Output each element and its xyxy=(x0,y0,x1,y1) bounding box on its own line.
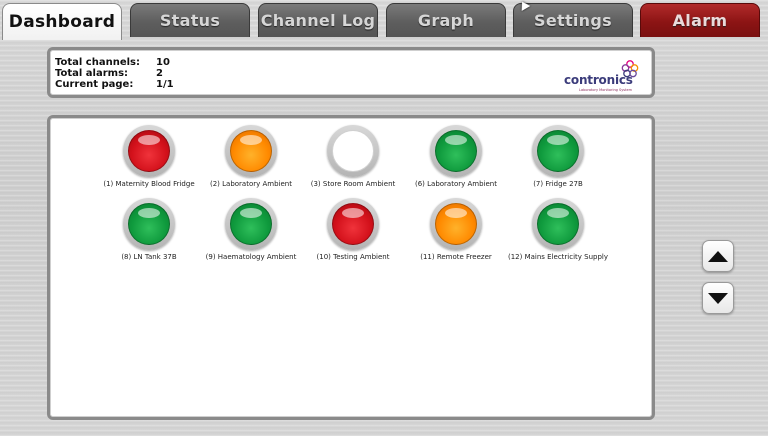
channel-label: (1) Maternity Blood Fridge xyxy=(103,180,195,188)
status-lamp-icon[interactable] xyxy=(327,198,379,250)
channel-label: (10) Testing Ambient xyxy=(316,253,390,261)
tab-settings[interactable]: Settings xyxy=(513,3,633,37)
status-lamp-icon[interactable] xyxy=(532,125,584,177)
channel-3[interactable]: (3) Store Room Ambient xyxy=(301,125,405,188)
scroll-up-button[interactable] xyxy=(702,240,734,272)
total-channels-row: Total channels: 10 xyxy=(55,57,170,68)
current-page-value: 1/1 xyxy=(156,79,174,90)
channel-7[interactable]: (7) Fridge 27B xyxy=(506,125,610,188)
channel-label: (11) Remote Freezer xyxy=(420,253,492,261)
status-lamp-icon[interactable] xyxy=(430,125,482,177)
status-lamp-icon[interactable] xyxy=(225,198,277,250)
status-lamp-icon[interactable] xyxy=(123,125,175,177)
channel-label: (7) Fridge 27B xyxy=(533,180,583,188)
total-alarms-row: Total alarms: 2 xyxy=(55,68,163,79)
channel-8[interactable]: (8) LN Tank 37B xyxy=(97,198,201,261)
total-channels-value: 10 xyxy=(156,57,170,68)
channel-label: (6) Laboratory Ambient xyxy=(415,180,497,188)
status-lamp-icon[interactable] xyxy=(327,125,379,177)
triangle-up-icon xyxy=(708,250,728,262)
tab-status[interactable]: Status xyxy=(130,3,250,37)
tab-bar: Dashboard Status Channel Log Graph Setti… xyxy=(0,0,768,40)
channel-grid-panel: (1) Maternity Blood Fridge (2) Laborator… xyxy=(47,115,655,420)
channel-label: (9) Haematology Ambient xyxy=(205,253,297,261)
logo-name: contronics xyxy=(564,73,633,87)
current-page-row: Current page: 1/1 xyxy=(55,79,174,90)
channel-label: (12) Mains Electricity Supply xyxy=(507,253,609,261)
status-lamp-icon[interactable] xyxy=(123,198,175,250)
channel-11[interactable]: (11) Remote Freezer xyxy=(404,198,508,261)
channel-10[interactable]: (10) Testing Ambient xyxy=(301,198,405,261)
status-lamp-icon[interactable] xyxy=(225,125,277,177)
current-page-label: Current page: xyxy=(55,79,134,90)
summary-panel: Total channels: 10 Total alarms: 2 Current… xyxy=(47,47,655,98)
tab-dashboard[interactable]: Dashboard xyxy=(2,3,122,40)
channel-1[interactable]: (1) Maternity Blood Fridge xyxy=(97,125,201,188)
scroll-down-button[interactable] xyxy=(702,282,734,314)
channel-label: (3) Store Room Ambient xyxy=(310,180,396,188)
channel-9[interactable]: (9) Haematology Ambient xyxy=(199,198,303,261)
channel-12[interactable]: (12) Mains Electricity Supply xyxy=(506,198,610,261)
tab-graph[interactable]: Graph xyxy=(386,3,506,37)
total-alarms-value: 2 xyxy=(156,68,163,79)
total-channels-label: Total channels: xyxy=(55,57,140,68)
channel-label: (2) Laboratory Ambient xyxy=(210,180,292,188)
tab-channel-log[interactable]: Channel Log xyxy=(258,3,378,37)
contronics-logo: contronics Laboratory Monitoring System xyxy=(564,56,644,96)
status-lamp-icon[interactable] xyxy=(430,198,482,250)
channel-2[interactable]: (2) Laboratory Ambient xyxy=(199,125,303,188)
triangle-down-icon xyxy=(708,292,728,304)
channel-6[interactable]: (6) Laboratory Ambient xyxy=(404,125,508,188)
status-lamp-icon[interactable] xyxy=(532,198,584,250)
channel-label: (8) LN Tank 37B xyxy=(121,253,177,261)
tab-alarm[interactable]: Alarm xyxy=(640,3,760,37)
total-alarms-label: Total alarms: xyxy=(55,68,129,79)
logo-tagline: Laboratory Monitoring System xyxy=(579,88,633,92)
